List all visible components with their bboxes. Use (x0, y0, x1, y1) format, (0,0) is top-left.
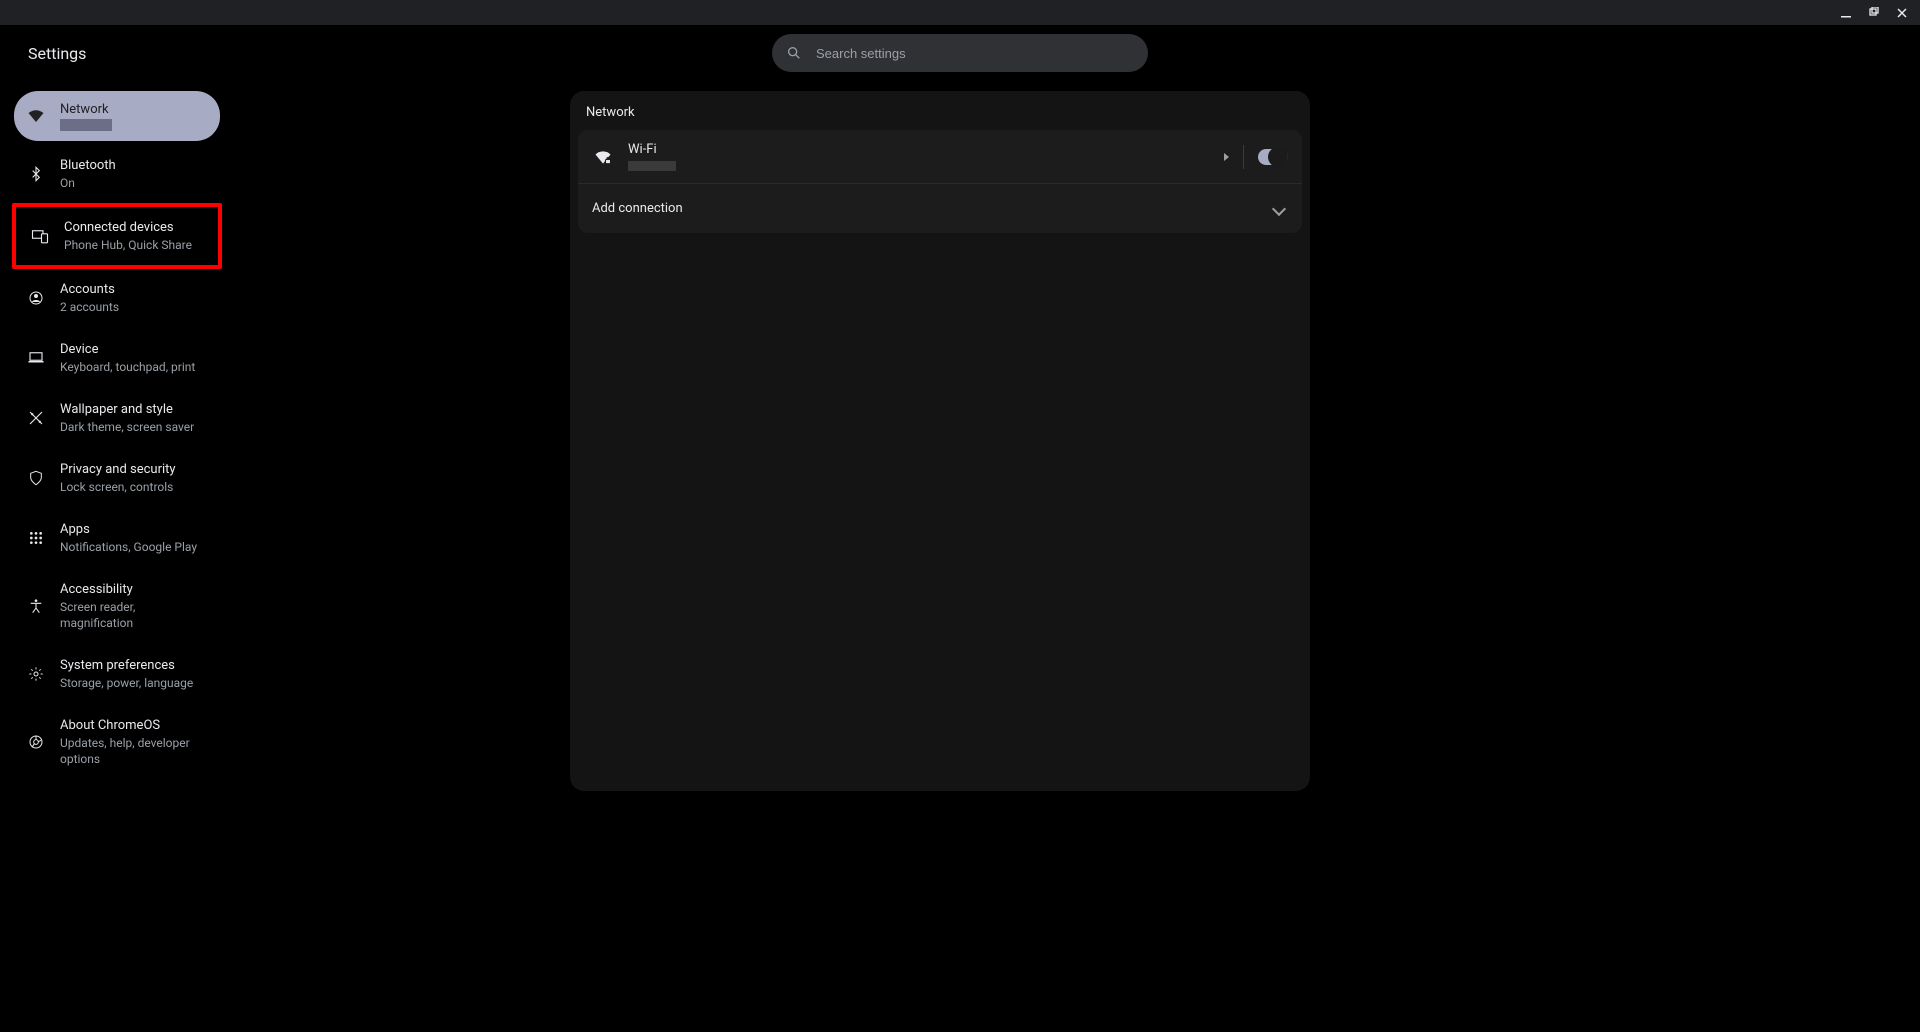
search-input[interactable] (816, 46, 1134, 61)
minimize-button[interactable] (1836, 3, 1856, 23)
divider (1243, 145, 1244, 169)
sidebar-item-system[interactable]: System preferences Storage, power, langu… (14, 647, 220, 701)
chevron-down-icon (1274, 204, 1288, 214)
sidebar-item-label: Wallpaper and style (60, 401, 194, 419)
section-title: Network (570, 105, 1310, 130)
sidebar-item-label: Apps (60, 521, 197, 539)
sidebar-item-sublabel: Keyboard, touchpad, print (60, 359, 195, 375)
annotation-highlight: Connected devices Phone Hub, Quick Share (12, 203, 222, 269)
sidebar-item-sublabel: Notifications, Google Play (60, 539, 197, 555)
main-content: Network Wi-Fi (230, 91, 1920, 1032)
sidebar-item-label: About ChromeOS (60, 717, 208, 735)
sidebar-item-privacy[interactable]: Privacy and security Lock screen, contro… (14, 451, 220, 505)
gear-icon (26, 664, 46, 684)
accessibility-icon (26, 596, 46, 616)
sidebar-item-bluetooth[interactable]: Bluetooth On (14, 147, 220, 201)
laptop-icon (26, 348, 46, 368)
add-connection-row[interactable]: Add connection (578, 183, 1302, 233)
sidebar-item-label: Connected devices (64, 219, 192, 237)
arrow-right-icon[interactable] (1224, 153, 1229, 161)
sidebar-item-apps[interactable]: Apps Notifications, Google Play (14, 511, 220, 565)
network-card: Wi-Fi Add connection (578, 130, 1302, 233)
sidebar-item-accounts[interactable]: Accounts 2 accounts (14, 271, 220, 325)
palette-icon (26, 408, 46, 428)
apps-grid-icon (26, 528, 46, 548)
sidebar-item-label: Privacy and security (60, 461, 176, 479)
wifi-name-redacted (628, 161, 676, 171)
sidebar-item-label: Bluetooth (60, 157, 116, 175)
wifi-lock-icon (592, 146, 614, 168)
sidebar-item-wallpaper[interactable]: Wallpaper and style Dark theme, screen s… (14, 391, 220, 445)
sidebar-item-sublabel-redacted (60, 119, 112, 131)
network-panel: Network Wi-Fi (570, 91, 1310, 791)
sidebar-item-about[interactable]: About ChromeOS Updates, help, developer … (14, 707, 220, 777)
sidebar-item-sublabel: Dark theme, screen saver (60, 419, 194, 435)
sidebar-item-sublabel: Screen reader, magnification (60, 599, 208, 631)
sidebar-item-label: Accounts (60, 281, 119, 299)
app-title: Settings (28, 44, 86, 63)
sidebar-item-label: Network (60, 101, 112, 119)
sidebar-item-sublabel: Phone Hub, Quick Share (64, 237, 192, 253)
account-icon (26, 288, 46, 308)
sidebar-item-sublabel: 2 accounts (60, 299, 119, 315)
sidebar-item-connected-devices[interactable]: Connected devices Phone Hub, Quick Share (18, 209, 216, 263)
search-icon (786, 45, 802, 61)
add-connection-label: Add connection (592, 201, 1260, 216)
sidebar-item-label: Device (60, 341, 195, 359)
shield-icon (26, 468, 46, 488)
window-titlebar (0, 0, 1920, 25)
wifi-toggle[interactable] (1258, 149, 1288, 165)
sidebar: Network Bluetooth On (0, 91, 230, 1032)
sidebar-item-network[interactable]: Network (14, 91, 220, 141)
bluetooth-icon (26, 164, 46, 184)
maximize-button[interactable] (1864, 3, 1884, 23)
wifi-label: Wi-Fi (628, 142, 1210, 157)
sidebar-item-device[interactable]: Device Keyboard, touchpad, print (14, 331, 220, 385)
wifi-icon (26, 106, 46, 126)
sidebar-item-sublabel: Storage, power, language (60, 675, 193, 691)
sidebar-item-sublabel: Updates, help, developer options (60, 735, 208, 767)
sidebar-item-label: Accessibility (60, 581, 208, 599)
close-button[interactable] (1892, 3, 1912, 23)
sidebar-item-accessibility[interactable]: Accessibility Screen reader, magnificati… (14, 571, 220, 641)
sidebar-item-label: System preferences (60, 657, 193, 675)
devices-icon (30, 226, 50, 246)
wifi-row[interactable]: Wi-Fi (578, 130, 1302, 183)
chrome-icon (26, 732, 46, 752)
search-bar[interactable] (772, 34, 1148, 72)
sidebar-item-sublabel: Lock screen, controls (60, 479, 176, 495)
sidebar-item-sublabel: On (60, 175, 116, 191)
